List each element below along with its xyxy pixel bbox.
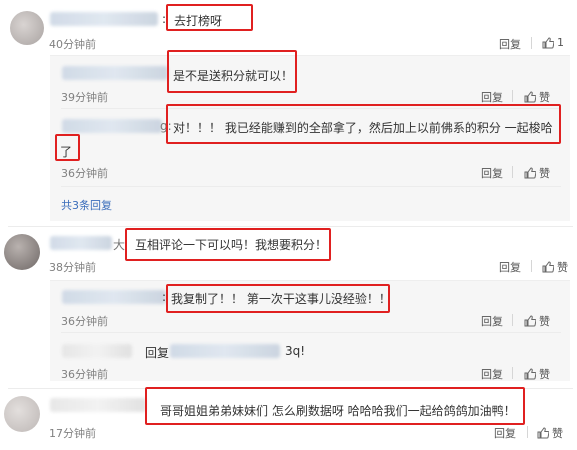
highlight-box (55, 134, 80, 161)
thumbs-up-icon (524, 91, 536, 103)
divider (531, 260, 532, 272)
comment-time: 38分钟前 (49, 261, 96, 274)
username-blurred[interactable] (62, 119, 162, 133)
username-blurred[interactable] (62, 344, 132, 358)
divider (61, 332, 561, 333)
reply-time: 36分钟前 (61, 368, 108, 381)
reply-time: 36分钟前 (61, 315, 108, 328)
like-label: 赞 (539, 368, 550, 381)
divider (512, 367, 513, 379)
highlight-box (145, 387, 525, 425)
username-blurred[interactable] (50, 236, 112, 250)
highlight-box (166, 284, 390, 313)
reply-button[interactable]: 回复 (481, 89, 503, 105)
divider (512, 166, 513, 178)
like-button[interactable]: 赞 (524, 165, 550, 181)
divider (61, 186, 561, 187)
username-blurred[interactable] (62, 290, 166, 304)
like-label: 赞 (557, 261, 568, 274)
thumbs-up-icon (524, 167, 536, 179)
like-label: 赞 (539, 167, 550, 180)
like-button[interactable]: 赞 (542, 259, 568, 275)
reply-button[interactable]: 回复 (481, 366, 503, 382)
username-fragment[interactable]: 大 (113, 236, 125, 253)
divider (512, 314, 513, 326)
reply-button[interactable]: 回复 (499, 259, 521, 275)
divider (8, 226, 573, 227)
mention-blurred[interactable] (170, 344, 280, 358)
reply-time: 39分钟前 (61, 91, 108, 104)
like-label: 赞 (539, 91, 550, 104)
highlight-box (166, 104, 561, 144)
highlight-box (125, 228, 331, 261)
thumbs-up-icon (542, 261, 554, 273)
divider (512, 90, 513, 102)
comment-time: 40分钟前 (49, 38, 96, 51)
thumbs-up-icon (537, 427, 549, 439)
highlight-box (166, 4, 253, 31)
reply-prefix: 回复 (145, 346, 170, 360)
divider (531, 37, 532, 49)
username-blurred[interactable] (50, 398, 146, 412)
thumbs-up-icon (542, 36, 554, 48)
like-button[interactable]: 1 (542, 36, 564, 49)
avatar[interactable] (4, 396, 40, 432)
reply-button[interactable]: 回复 (481, 313, 503, 329)
like-button[interactable]: 赞 (524, 366, 550, 382)
reply-text: 3q! (285, 344, 306, 358)
username-blurred[interactable] (50, 12, 158, 26)
thumbs-up-icon (524, 315, 536, 327)
like-label: 赞 (552, 427, 563, 440)
reply-button[interactable]: 回复 (494, 425, 516, 441)
like-button[interactable]: 赞 (537, 425, 563, 441)
like-label: 赞 (539, 315, 550, 328)
highlight-box (167, 50, 297, 93)
divider (527, 426, 528, 438)
comment-time: 17分钟前 (49, 427, 96, 440)
username-blurred[interactable] (62, 66, 168, 80)
like-button[interactable]: 赞 (524, 313, 550, 329)
reply-button[interactable]: 回复 (481, 165, 503, 181)
avatar[interactable] (4, 234, 40, 270)
like-count: 1 (557, 36, 564, 49)
thumbs-up-icon (524, 368, 536, 380)
like-button[interactable]: 赞 (524, 89, 550, 105)
reply-button[interactable]: 回复 (499, 36, 521, 52)
avatar[interactable] (10, 11, 44, 45)
reply-time: 36分钟前 (61, 167, 108, 180)
more-replies-link[interactable]: 共3条回复 (61, 197, 112, 213)
